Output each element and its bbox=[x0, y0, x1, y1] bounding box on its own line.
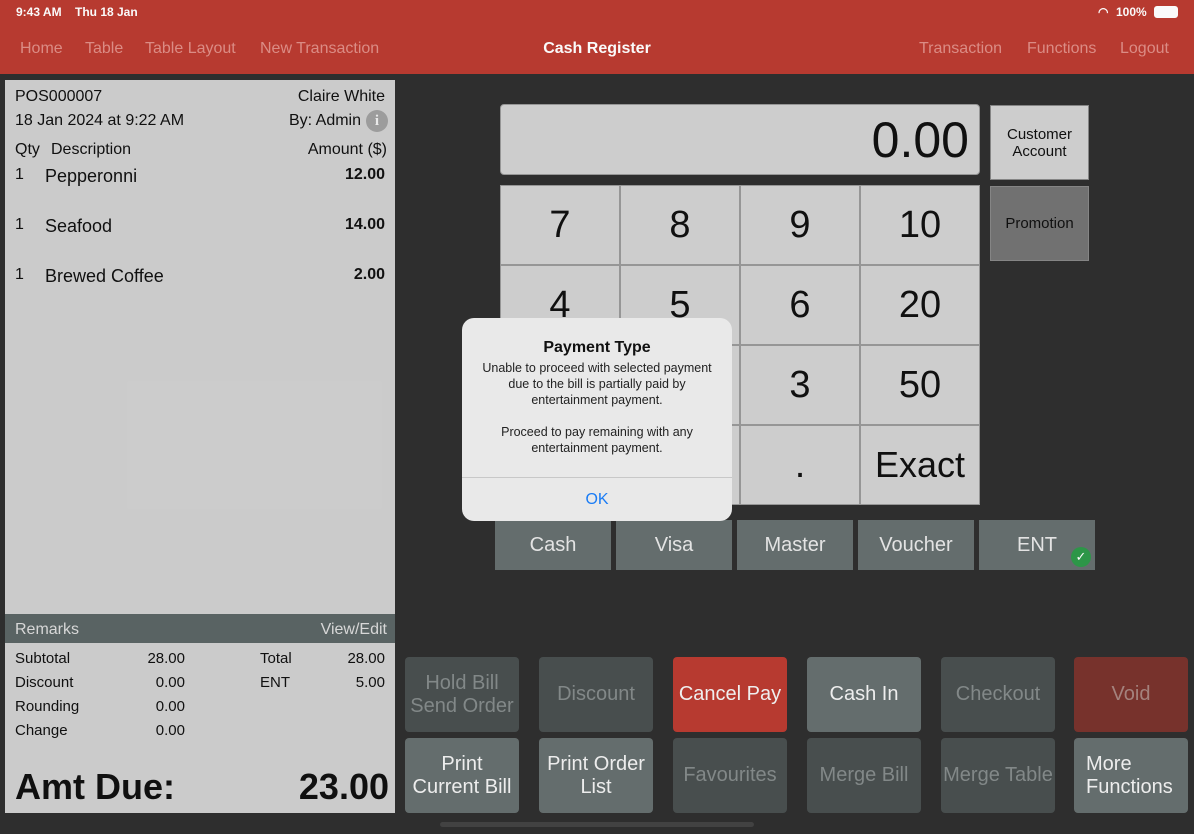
payment-type-alert: Payment Type Unable to proceed with sele… bbox=[462, 318, 732, 521]
alert-title: Payment Type bbox=[543, 339, 651, 356]
alert-message: Unable to proceed with selected payment … bbox=[482, 361, 712, 455]
alert-ok-button[interactable]: OK bbox=[462, 478, 732, 521]
